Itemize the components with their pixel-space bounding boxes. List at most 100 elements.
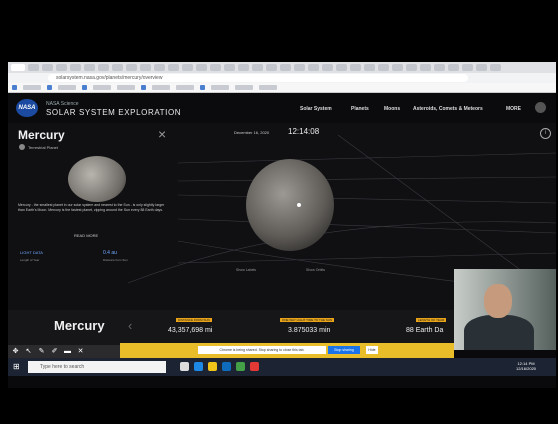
- sun-marker: [297, 203, 301, 207]
- stop-sharing-button[interactable]: Stop sharing: [328, 346, 360, 354]
- read-more-link[interactable]: READ MORE: [74, 233, 98, 238]
- store-icon[interactable]: [236, 362, 245, 371]
- browser-tab[interactable]: [266, 64, 277, 71]
- browser-tab[interactable]: [84, 64, 95, 71]
- eraser-icon[interactable]: ▬: [64, 348, 71, 355]
- chevron-left-icon[interactable]: ‹: [128, 318, 132, 333]
- browser-tab[interactable]: [364, 64, 375, 71]
- pointer-icon[interactable]: ↖: [25, 348, 32, 355]
- planet-title: Mercury: [18, 128, 65, 142]
- browser-tab[interactable]: [11, 64, 25, 71]
- planet-thumbnail: [68, 156, 126, 202]
- file-explorer-icon[interactable]: [208, 362, 217, 371]
- browser-tab[interactable]: [196, 64, 207, 71]
- browser-tab[interactable]: [28, 64, 39, 71]
- bookmark-icon[interactable]: [12, 85, 17, 90]
- bookmark[interactable]: [211, 85, 229, 90]
- share-banner: Chrome is being shared. Stop sharing to …: [120, 343, 454, 358]
- browser-tab[interactable]: [238, 64, 249, 71]
- brand-title[interactable]: SOLAR SYSTEM EXPLORATION: [46, 108, 181, 117]
- info-icon[interactable]: i: [540, 128, 551, 139]
- bookmark-icon[interactable]: [47, 85, 52, 90]
- bookmark[interactable]: [176, 85, 194, 90]
- nav-planets[interactable]: Planets: [351, 106, 369, 112]
- browser-tab[interactable]: [448, 64, 459, 71]
- taskbar-clock[interactable]: 12:14 PM 12/16/2020: [516, 361, 536, 371]
- stat-tag: LENGTH OF YEAR: [416, 318, 447, 322]
- search-icon[interactable]: [535, 102, 546, 113]
- browser-tab[interactable]: [56, 64, 67, 71]
- bookmark[interactable]: [23, 85, 41, 90]
- browser-tab[interactable]: [182, 64, 193, 71]
- browser-tab[interactable]: [252, 64, 263, 71]
- edge-icon[interactable]: [194, 362, 203, 371]
- browser-tab[interactable]: [350, 64, 361, 71]
- mail-icon[interactable]: [222, 362, 231, 371]
- taskbar-search-input[interactable]: Type here to search: [28, 361, 166, 373]
- marker-icon[interactable]: ✐: [51, 348, 58, 355]
- browser-tab[interactable]: [140, 64, 151, 71]
- move-icon[interactable]: ✥: [12, 348, 19, 355]
- browser-tab[interactable]: [420, 64, 431, 71]
- bookmark-icon[interactable]: [200, 85, 205, 90]
- stat-label: Distance from Sun: [103, 258, 128, 262]
- orbits-toggle[interactable]: Show Orbits: [306, 268, 325, 272]
- nav-moons[interactable]: Moons: [384, 106, 400, 112]
- windows-start-icon[interactable]: ⊞: [13, 362, 21, 371]
- browser-tab[interactable]: [126, 64, 137, 71]
- browser-tab[interactable]: [210, 64, 221, 71]
- bookmark[interactable]: [117, 85, 135, 90]
- planet-subtitle: Terrestrial Planet: [28, 145, 59, 150]
- browser-tab[interactable]: [112, 64, 123, 71]
- bookmark-icon[interactable]: [82, 85, 87, 90]
- browser-tab[interactable]: [168, 64, 179, 71]
- browser-tab[interactable]: [98, 64, 109, 71]
- viewer-time[interactable]: 12:14:08: [288, 127, 319, 136]
- data-bar-title: Mercury: [54, 318, 105, 333]
- nav-asteroids[interactable]: Asteroids, Comets & Meteors: [413, 106, 483, 112]
- stat-value: 3.875033 min: [288, 327, 331, 334]
- browser-tab[interactable]: [406, 64, 417, 71]
- labels-toggle[interactable]: Show Labels: [236, 268, 256, 272]
- browser-tab[interactable]: [378, 64, 389, 71]
- browser-toolbar: solarsystem.nasa.gov/planets/mercury/ove…: [8, 73, 556, 83]
- nav-solar-system[interactable]: Solar System: [300, 106, 332, 112]
- browser-tab[interactable]: [70, 64, 81, 71]
- url-field[interactable]: solarsystem.nasa.gov/planets/mercury/ove…: [48, 74, 468, 82]
- close-icon[interactable]: ✕: [77, 348, 84, 355]
- planet-model[interactable]: [246, 159, 334, 251]
- browser-tab[interactable]: [476, 64, 487, 71]
- bookmark[interactable]: [152, 85, 170, 90]
- bookmark[interactable]: [259, 85, 277, 90]
- nav-more[interactable]: MORE: [506, 106, 521, 112]
- browser-tab[interactable]: [434, 64, 445, 71]
- browser-tab[interactable]: [42, 64, 53, 71]
- browser-tab[interactable]: [336, 64, 347, 71]
- bookmark[interactable]: [235, 85, 253, 90]
- browser-tab[interactable]: [224, 64, 235, 71]
- stat-value: 0.4 au: [103, 250, 117, 256]
- annotation-toolbar: ✥ ↖ ✎ ✐ ▬ ✕: [8, 345, 120, 358]
- chrome-icon[interactable]: [250, 362, 259, 371]
- nasa-logo[interactable]: NASA: [16, 99, 38, 117]
- planet-description: Mercury - the smallest planet in our sol…: [18, 203, 165, 212]
- bookmark[interactable]: [58, 85, 76, 90]
- browser-tab[interactable]: [322, 64, 333, 71]
- windows-taskbar: ⊞ Type here to search 12:14 PM 12/16/202…: [8, 358, 556, 376]
- bookmark-icon[interactable]: [141, 85, 146, 90]
- stat-tag: ONE WAY LIGHT TIME TO THE SUN: [280, 318, 335, 322]
- browser-tab[interactable]: [462, 64, 473, 71]
- bookmark[interactable]: [93, 85, 111, 90]
- browser-tab[interactable]: [280, 64, 291, 71]
- hide-banner-button[interactable]: Hide: [366, 346, 378, 354]
- browser-tab[interactable]: [392, 64, 403, 71]
- browser-tab[interactable]: [308, 64, 319, 71]
- task-view-icon[interactable]: [180, 362, 189, 371]
- close-icon[interactable]: ×: [158, 127, 166, 141]
- browser-tab-strip[interactable]: [8, 62, 556, 73]
- planet-type-icon: [19, 144, 25, 150]
- browser-tab[interactable]: [294, 64, 305, 71]
- browser-tab[interactable]: [154, 64, 165, 71]
- browser-tab[interactable]: [490, 64, 501, 71]
- pen-icon[interactable]: ✎: [38, 348, 45, 355]
